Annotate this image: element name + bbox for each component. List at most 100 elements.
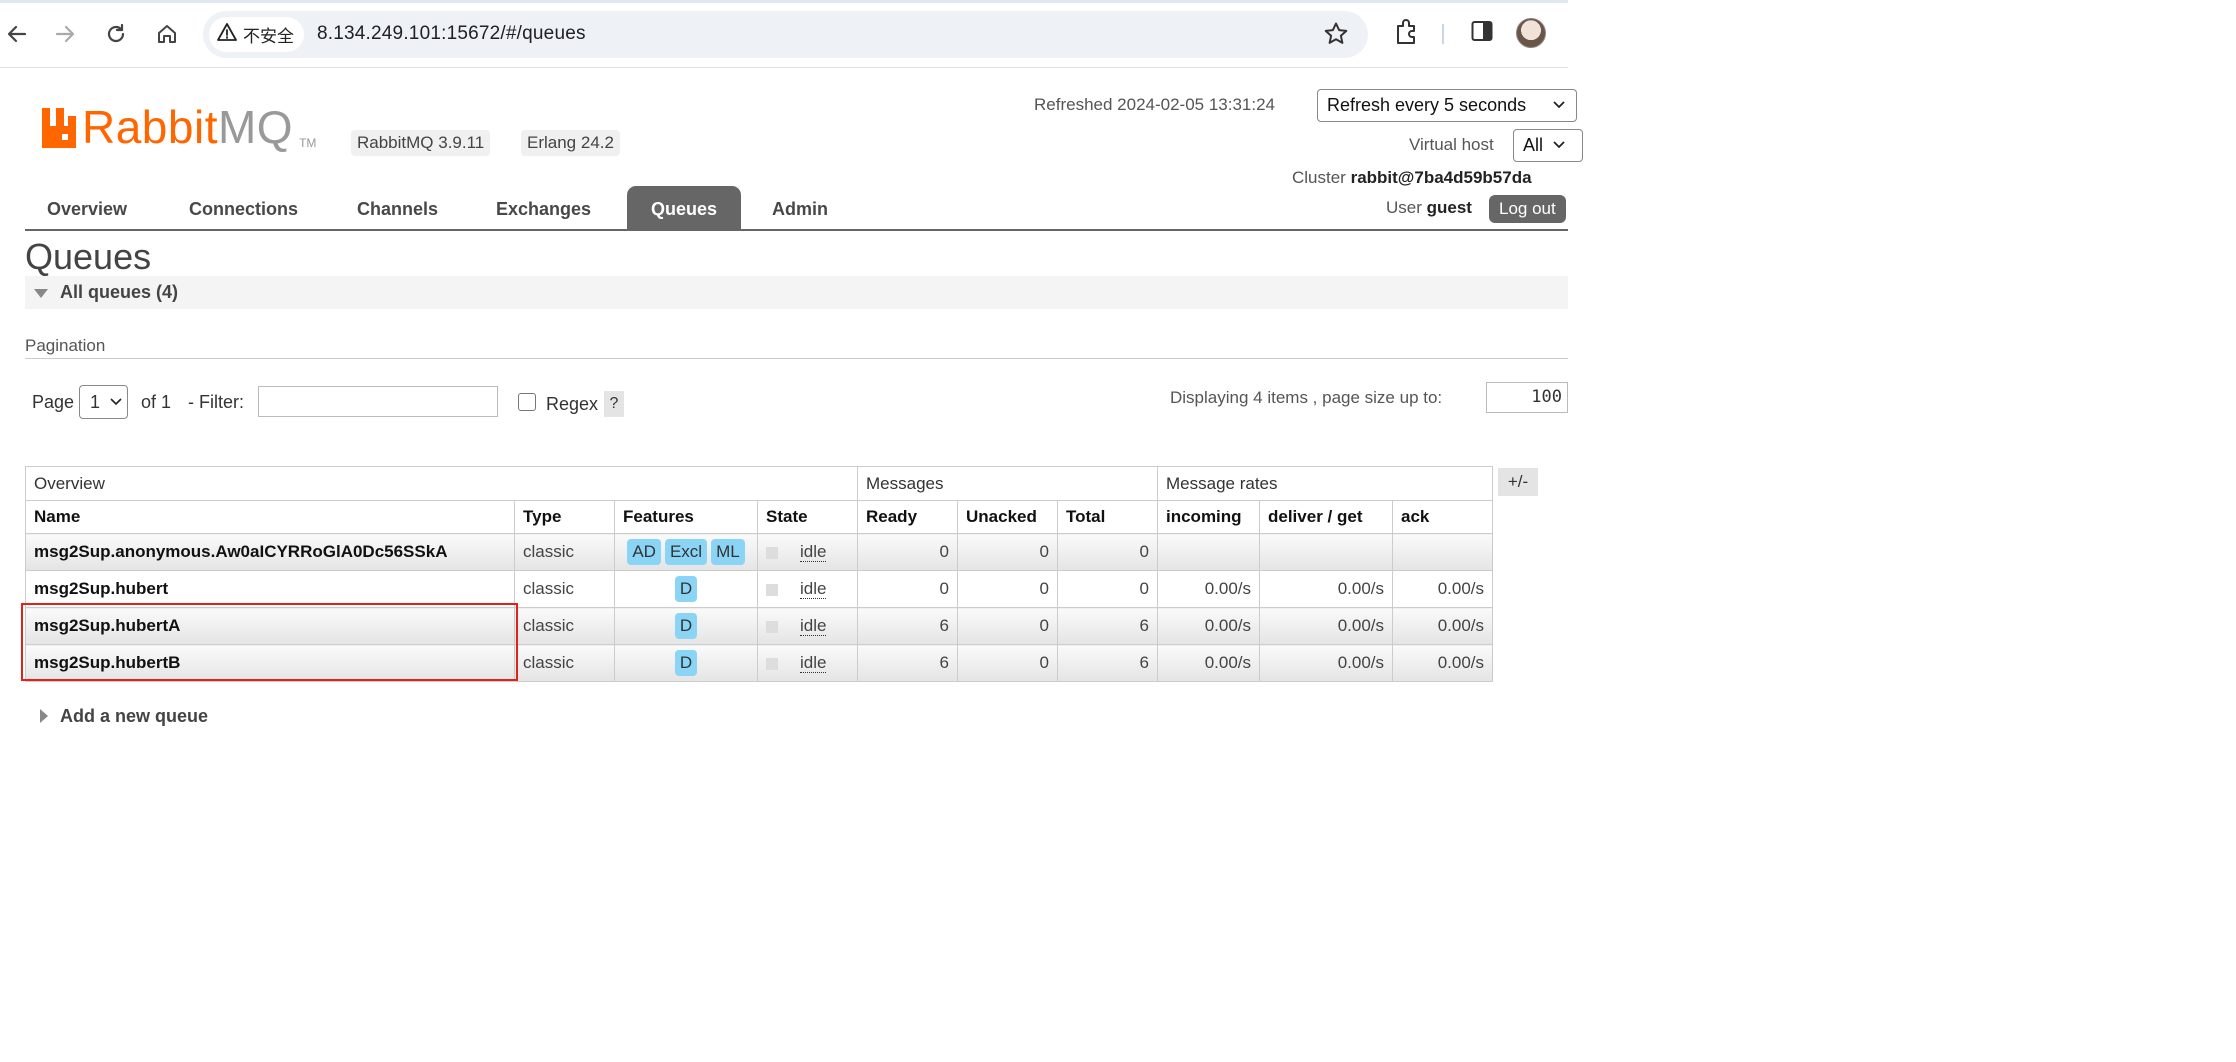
deliver-get-rate: 0.00/s	[1259, 644, 1393, 682]
page-select[interactable]: 1	[79, 385, 128, 419]
forward-icon[interactable]	[48, 17, 82, 51]
chevron-down-icon	[109, 386, 123, 428]
state-indicator-icon	[766, 546, 778, 559]
group-header-messages: Messages	[857, 466, 1158, 501]
virtual-host-label: Virtual host	[1409, 135, 1494, 154]
col-deliver-get[interactable]: deliver / get	[1259, 500, 1393, 534]
help-button[interactable]: ?	[604, 391, 624, 417]
home-icon[interactable]	[150, 17, 184, 51]
url-text[interactable]: 8.134.249.101:15672/#/queues	[317, 23, 586, 45]
annotation-highlight-box	[21, 603, 518, 681]
deliver-get-rate: 0.00/s	[1259, 570, 1393, 608]
tab-admin[interactable]: Admin	[750, 186, 850, 230]
queue-state: idle	[757, 533, 858, 571]
regex-label: Regex	[546, 394, 599, 414]
ack-rate: 0.00/s	[1392, 607, 1493, 645]
section-title: All queues (4)	[60, 282, 179, 302]
queue-features: D	[614, 570, 758, 608]
virtual-host-value: All	[1523, 135, 1544, 155]
col-name[interactable]: Name	[25, 500, 515, 534]
security-label: 不安全	[243, 27, 294, 46]
total-count: 0	[1057, 533, 1158, 571]
ready-count: 0	[857, 570, 958, 608]
feature-badge-d: D	[674, 650, 698, 676]
column-toggle-button[interactable]: +/-	[1498, 468, 1538, 496]
page-label: Page	[32, 392, 75, 412]
ack-rate: 0.00/s	[1392, 644, 1493, 682]
queue-name-link[interactable]: msg2Sup.hubert	[25, 570, 515, 608]
reload-icon[interactable]	[99, 17, 133, 51]
ready-count: 6	[857, 607, 958, 645]
state-indicator-icon	[766, 657, 778, 670]
page-size-input[interactable]: 100	[1486, 382, 1568, 413]
virtual-host-select[interactable]: All	[1513, 129, 1583, 162]
all-queues-section-toggle[interactable]: All queues (4)	[25, 276, 1568, 309]
ready-count: 6	[857, 644, 958, 682]
col-total[interactable]: Total	[1057, 500, 1158, 534]
feature-badge-ad: AD	[627, 539, 661, 565]
refreshed-timestamp: Refreshed 2024-02-05 13:31:24	[1034, 95, 1276, 114]
deliver-get-rate	[1259, 533, 1393, 571]
feature-badge-d: D	[674, 613, 698, 639]
bookmark-star-icon[interactable]	[1323, 21, 1349, 52]
add-queue-toggle[interactable]: Add a new queue	[60, 706, 208, 727]
tab-queues[interactable]: Queues	[627, 186, 741, 230]
col-features[interactable]: Features	[614, 500, 758, 534]
unacked-count: 0	[957, 570, 1058, 608]
state-indicator-icon	[766, 583, 778, 596]
address-bar[interactable]: 不安全 8.134.249.101:15672/#/queues	[203, 11, 1368, 58]
toolbar-divider	[1442, 24, 1444, 44]
queue-type: classic	[514, 644, 615, 682]
group-header-message-rates: Message rates	[1157, 466, 1493, 501]
queue-name-link[interactable]: msg2Sup.anonymous.Aw0aICYRRoGlA0Dc56SSkA	[25, 533, 515, 571]
queue-features: D	[614, 607, 758, 645]
tab-overview[interactable]: Overview	[25, 186, 149, 230]
total-count: 0	[1057, 570, 1158, 608]
chevron-down-icon	[1552, 130, 1566, 171]
logo-wordmark: RabbitMQ	[82, 101, 294, 153]
security-chip[interactable]: 不安全	[209, 17, 304, 52]
tab-connections[interactable]: Connections	[167, 186, 320, 230]
refresh-interval-select[interactable]: Refresh every 5 seconds	[1317, 89, 1577, 122]
ready-count: 0	[857, 533, 958, 571]
tab-channels[interactable]: Channels	[335, 186, 460, 230]
side-panel-icon[interactable]	[1471, 18, 1493, 49]
refresh-interval-value: Refresh every 5 seconds	[1327, 95, 1527, 115]
unacked-count: 0	[957, 607, 1058, 645]
col-state[interactable]: State	[757, 500, 858, 534]
col-type[interactable]: Type	[514, 500, 615, 534]
filter-input[interactable]	[258, 386, 498, 417]
warning-icon	[217, 23, 237, 46]
tab-exchanges[interactable]: Exchanges	[474, 186, 613, 230]
total-count: 6	[1057, 644, 1158, 682]
incoming-rate: 0.00/s	[1157, 607, 1260, 645]
unacked-count: 0	[957, 644, 1058, 682]
feature-badge-ml: ML	[711, 539, 745, 565]
main-nav-tabs: Overview Connections Channels Exchanges …	[25, 186, 1568, 231]
profile-avatar[interactable]	[1516, 18, 1546, 48]
queue-state: idle	[757, 644, 858, 682]
back-icon[interactable]	[0, 17, 34, 51]
rabbitmq-logo[interactable]: RabbitMQ TM	[40, 102, 316, 153]
filter-label: - Filter:	[188, 392, 244, 412]
incoming-rate: 0.00/s	[1157, 644, 1260, 682]
displaying-count: Displaying 4 items , page size up to:	[1170, 388, 1443, 407]
feature-badge-excl: Excl	[664, 539, 708, 565]
col-ack[interactable]: ack	[1392, 500, 1493, 534]
table-row[interactable]: msg2Sup.hubert classic D idle 0 0 0 0.00…	[25, 570, 1493, 608]
queue-state: idle	[757, 570, 858, 608]
rabbitmq-version-badge: RabbitMQ 3.9.11	[351, 130, 491, 156]
col-ready[interactable]: Ready	[857, 500, 958, 534]
queue-features: D	[614, 644, 758, 682]
expand-triangle-icon	[40, 709, 48, 723]
tab-strip-edge	[0, 0, 1568, 3]
col-unacked[interactable]: Unacked	[957, 500, 1058, 534]
table-row[interactable]: msg2Sup.anonymous.Aw0aICYRRoGlA0Dc56SSkA…	[25, 533, 1493, 571]
rabbit-logo-icon	[40, 108, 78, 153]
state-indicator-icon	[766, 620, 778, 633]
extensions-icon[interactable]	[1394, 18, 1420, 51]
regex-checkbox[interactable]	[518, 393, 536, 411]
col-incoming[interactable]: incoming	[1157, 500, 1260, 534]
incoming-rate: 0.00/s	[1157, 570, 1260, 608]
ack-rate	[1392, 533, 1493, 571]
